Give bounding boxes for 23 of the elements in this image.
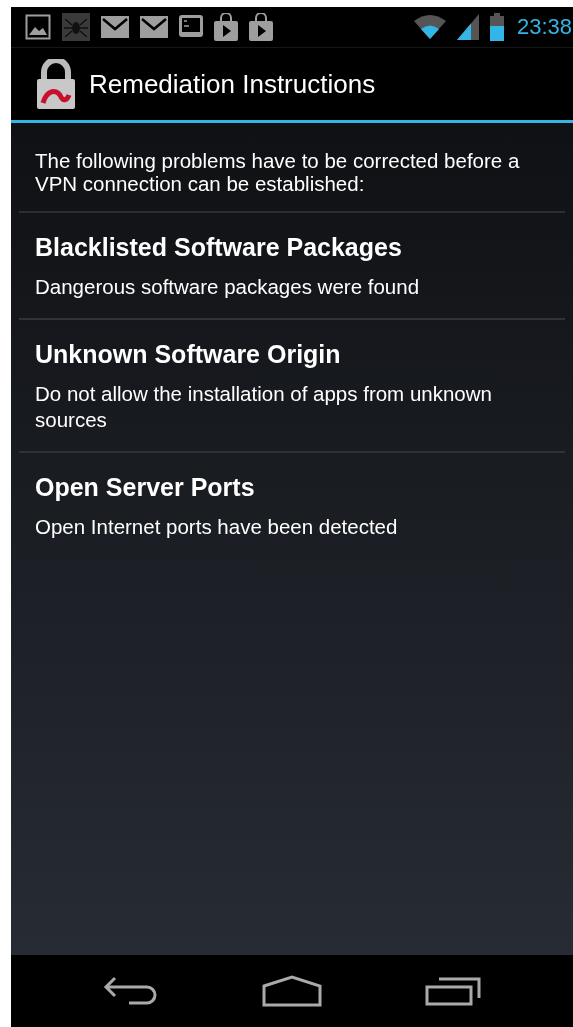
padlock-icon [35,59,77,109]
problem-title: Open Server Ports [35,473,256,502]
battery-icon [489,13,504,41]
picture-icon [25,14,51,40]
signal-icon [456,14,479,40]
problem-title: Blacklisted Software Packages [35,233,403,262]
bug-icon [62,13,90,41]
mail-icon [140,16,168,38]
back-icon[interactable] [102,976,159,1006]
problem-description: Open Internet ports have been detected [35,514,399,540]
home-icon[interactable] [262,975,322,1007]
intro-text: The following problems have to be corrected before a VPN connection can be established: [19,123,565,213]
wifi-icon [413,15,446,39]
problem-description: Do not allow the installation of apps from unknown sources [35,381,493,433]
mail-icon [101,16,129,38]
shopping-bag-icon [249,13,273,41]
problem-title: Unknown Software Origin [35,340,342,369]
recent-apps-icon[interactable] [425,976,482,1006]
problem-description: Dangerous software packages were found [35,274,421,300]
shopping-bag-icon [214,13,238,41]
clock: 23:38 [516,14,572,40]
screen-title: Remediation Instructions [89,68,376,100]
terminal-icon [179,15,203,39]
